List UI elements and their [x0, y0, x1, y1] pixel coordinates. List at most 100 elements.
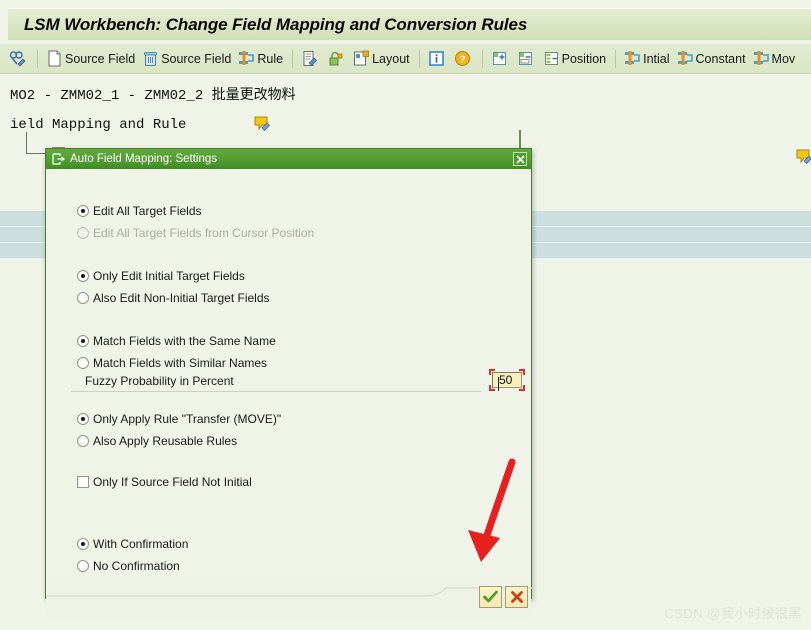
rule-transfer-icon [239, 51, 255, 65]
toolbar-button-lock[interactable] [324, 46, 349, 72]
toolbar-button-layout[interactable]: Layout [350, 46, 413, 72]
radio-only-edit-initial-target-fields[interactable]: Only Edit Initial Target Fields [77, 269, 245, 283]
fuzzy-probability-row: Fuzzy Probability in Percent 50 [71, 369, 525, 392]
radio-with-confirmation[interactable]: With Confirmation [77, 537, 188, 551]
toolbar-button-label: Source Field [161, 51, 232, 66]
dialog-footer [46, 577, 533, 618]
radio-label: Match Fields with the Same Name [93, 334, 276, 348]
toolbar-button-collapse-all[interactable] [514, 46, 539, 72]
toolbar-separator [615, 49, 617, 68]
radio-edit-all-target-fields-from-cursor: Edit All Target Fields from Cursor Posit… [77, 226, 314, 240]
toolbar-separator [292, 49, 294, 68]
radio-match-fields-same-name[interactable]: Match Fields with the Same Name [77, 334, 276, 348]
green-check-icon [483, 590, 498, 603]
toolbar-button-rule-move[interactable]: Mov [750, 46, 799, 72]
radio-label: No Confirmation [93, 559, 180, 573]
fuzzy-probability-underline [71, 391, 481, 392]
radio-indicator[interactable] [77, 357, 89, 369]
rule-constant-icon [677, 51, 693, 65]
collapse-all-icon [518, 52, 532, 65]
radio-indicator[interactable] [77, 292, 89, 304]
toolbar-button-help[interactable]: ? [451, 46, 476, 72]
field-mapping-pencil-icon[interactable] [253, 115, 271, 133]
radio-indicator[interactable] [77, 538, 89, 550]
window-title-banner: LSM Workbench: Change Field Mapping and … [8, 8, 811, 40]
svg-text:?: ? [459, 53, 465, 65]
toolbar-button-expand-all[interactable] [488, 46, 513, 72]
radio-label: Also Apply Reusable Rules [93, 434, 238, 448]
toolbar-separator [481, 49, 483, 68]
rule-initial-icon [625, 51, 640, 65]
toolbar-separator [37, 49, 38, 68]
confirm-button[interactable] [479, 586, 502, 608]
radio-no-confirmation[interactable]: No Confirmation [77, 559, 180, 573]
text-caret [498, 377, 499, 391]
cancel-button[interactable] [505, 586, 528, 608]
main-toolbar: Source Field Source Field Rule Layout ? … [0, 44, 811, 74]
section-heading-line: ield Mapping and Rule [10, 117, 187, 133]
checkbox-label: Only If Source Field Not Initial [93, 475, 252, 489]
tree-connector-vertical [26, 132, 27, 154]
radio-also-edit-non-initial-target-fields[interactable]: Also Edit Non-Initial Target Fields [77, 291, 270, 305]
toolbar-button-label: Layout [372, 51, 410, 66]
dialog-window-icon [52, 153, 65, 165]
close-icon[interactable] [513, 152, 527, 166]
dialog-title-bar: Auto Field Mapping: Settings [46, 149, 531, 169]
toolbar-button-label: Constant [695, 51, 746, 66]
radio-label: Edit All Target Fields from Cursor Posit… [93, 226, 315, 240]
radio-indicator[interactable] [77, 335, 89, 347]
radio-indicator[interactable] [77, 560, 89, 572]
toolbar-button-rule[interactable]: Rule [235, 46, 286, 72]
fuzzy-probability-value: 50 [499, 373, 513, 387]
field-mapping-pencil-icon-right[interactable] [795, 148, 811, 166]
lock-unlock-icon [329, 51, 343, 66]
edit-note-icon [303, 51, 318, 66]
auto-field-mapping-settings-dialog: Auto Field Mapping: Settings Edit All Ta… [45, 148, 533, 618]
page-title: LSM Workbench: Change Field Mapping and … [24, 14, 528, 34]
radio-indicator [77, 227, 89, 239]
radio-label: Also Edit Non-Initial Target Fields [93, 291, 270, 305]
radio-indicator[interactable] [77, 413, 89, 425]
radio-edit-all-target-fields[interactable]: Edit All Target Fields [77, 204, 202, 218]
checkbox-only-if-source-field-not-initial[interactable]: Only If Source Field Not Initial [77, 475, 252, 489]
toolbar-button-label: Rule [257, 51, 284, 66]
expand-all-icon [492, 52, 506, 65]
fuzzy-probability-label: Fuzzy Probability in Percent [85, 374, 234, 388]
toolbar-button-rule-initial[interactable]: Intial [621, 46, 672, 72]
radio-label: Only Edit Initial Target Fields [93, 269, 245, 283]
radio-indicator[interactable] [77, 205, 89, 217]
toolbar-separator [418, 49, 420, 68]
dialog-body: Edit All Target Fields Edit All Target F… [46, 169, 531, 577]
radio-only-apply-rule-transfer-move[interactable]: Only Apply Rule "Transfer (MOVE)" [77, 412, 281, 426]
radio-also-apply-reusable-rules[interactable]: Also Apply Reusable Rules [77, 434, 237, 448]
toolbar-button-position[interactable]: Position [540, 46, 609, 72]
radio-label: With Confirmation [93, 537, 189, 551]
fuzzy-probability-focus-frame: 50 [489, 369, 525, 391]
object-identifier-line: MO2 - ZMM02_1 - ZMM02_2 批量更改物料 [10, 88, 296, 104]
toolbar-button-label: Mov [771, 51, 796, 66]
toolbar-button-new-source-field[interactable]: Source Field [43, 46, 138, 72]
application-window: LSM Workbench: Change Field Mapping and … [0, 0, 811, 630]
toolbar-button-label: Intial [643, 51, 670, 66]
help-question-icon: ? [454, 51, 470, 66]
fuzzy-probability-input[interactable]: 50 [492, 372, 522, 391]
trash-delete-icon [144, 52, 158, 66]
binoculars-pencil-icon [9, 51, 26, 67]
radio-label: Edit All Target Fields [93, 204, 202, 218]
toolbar-button-display-change[interactable] [6, 46, 31, 72]
new-document-icon [48, 50, 61, 67]
watermark-text: CSDN @我小时候很黑 [664, 606, 802, 621]
rule-move-icon [753, 51, 769, 65]
toolbar-button-delete-source-field[interactable]: Source Field [139, 46, 234, 72]
toolbar-button-rule-constant[interactable]: Constant [674, 46, 749, 72]
radio-label: Only Apply Rule "Transfer (MOVE)" [93, 412, 282, 426]
radio-indicator[interactable] [77, 270, 89, 282]
toolbar-button-information[interactable] [425, 46, 450, 72]
toolbar-button-edit[interactable] [298, 46, 323, 72]
information-icon [428, 51, 444, 66]
layout-icon [354, 50, 369, 66]
position-icon [544, 52, 558, 65]
radio-indicator[interactable] [77, 435, 89, 447]
radio-match-fields-similar-names[interactable]: Match Fields with Similar Names [77, 356, 267, 370]
checkbox-indicator[interactable] [77, 476, 89, 488]
